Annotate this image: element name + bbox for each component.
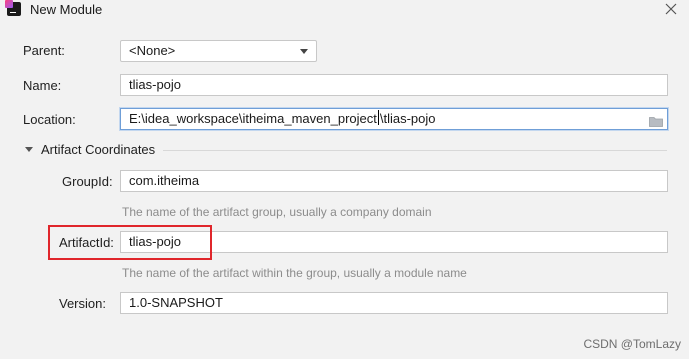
name-label: Name:: [23, 78, 62, 93]
artifactid-label: ArtifactId:: [59, 235, 114, 250]
artifactid-value: tlias-pojo: [129, 234, 182, 249]
collapse-triangle-icon[interactable]: [25, 147, 33, 152]
artifact-coordinates-label: Artifact Coordinates: [41, 142, 156, 157]
watermark: CSDN @TomLazy: [583, 337, 681, 351]
version-value: 1.0-SNAPSHOT: [129, 295, 223, 310]
name-field[interactable]: tlias-pojo: [120, 74, 668, 96]
window-title: New Module: [30, 2, 103, 17]
name-value: tlias-pojo: [129, 77, 182, 92]
version-field[interactable]: 1.0-SNAPSHOT: [120, 292, 668, 314]
groupid-field[interactable]: com.itheima: [120, 170, 668, 192]
chevron-down-icon: [300, 49, 308, 54]
groupid-label: GroupId:: [62, 174, 113, 189]
artifactid-field[interactable]: tlias-pojo: [120, 231, 668, 253]
artifactid-hint: The name of the artifact within the grou…: [122, 266, 467, 280]
location-label: Location:: [23, 112, 76, 127]
location-field[interactable]: E:\idea_workspace\itheima_maven_project \…: [120, 108, 668, 130]
parent-label: Parent:: [23, 43, 65, 58]
version-label: Version:: [59, 296, 106, 311]
groupid-hint: The name of the artifact group, usually …: [122, 205, 432, 219]
folder-icon[interactable]: [649, 113, 663, 127]
parent-selected-value: <None>: [129, 43, 176, 58]
text-caret: [377, 110, 379, 125]
section-divider: [163, 150, 667, 151]
location-value-path: E:\idea_workspace\itheima_maven_project: [129, 111, 377, 126]
close-icon[interactable]: [663, 1, 679, 17]
artifact-coordinates-section[interactable]: Artifact Coordinates: [23, 142, 673, 158]
location-value-module: \tlias-pojo: [379, 111, 436, 126]
title-bar: New Module: [0, 0, 689, 22]
parent-dropdown[interactable]: <None>: [120, 40, 317, 62]
groupid-value: com.itheima: [129, 173, 200, 188]
intellij-app-icon: [5, 0, 21, 16]
